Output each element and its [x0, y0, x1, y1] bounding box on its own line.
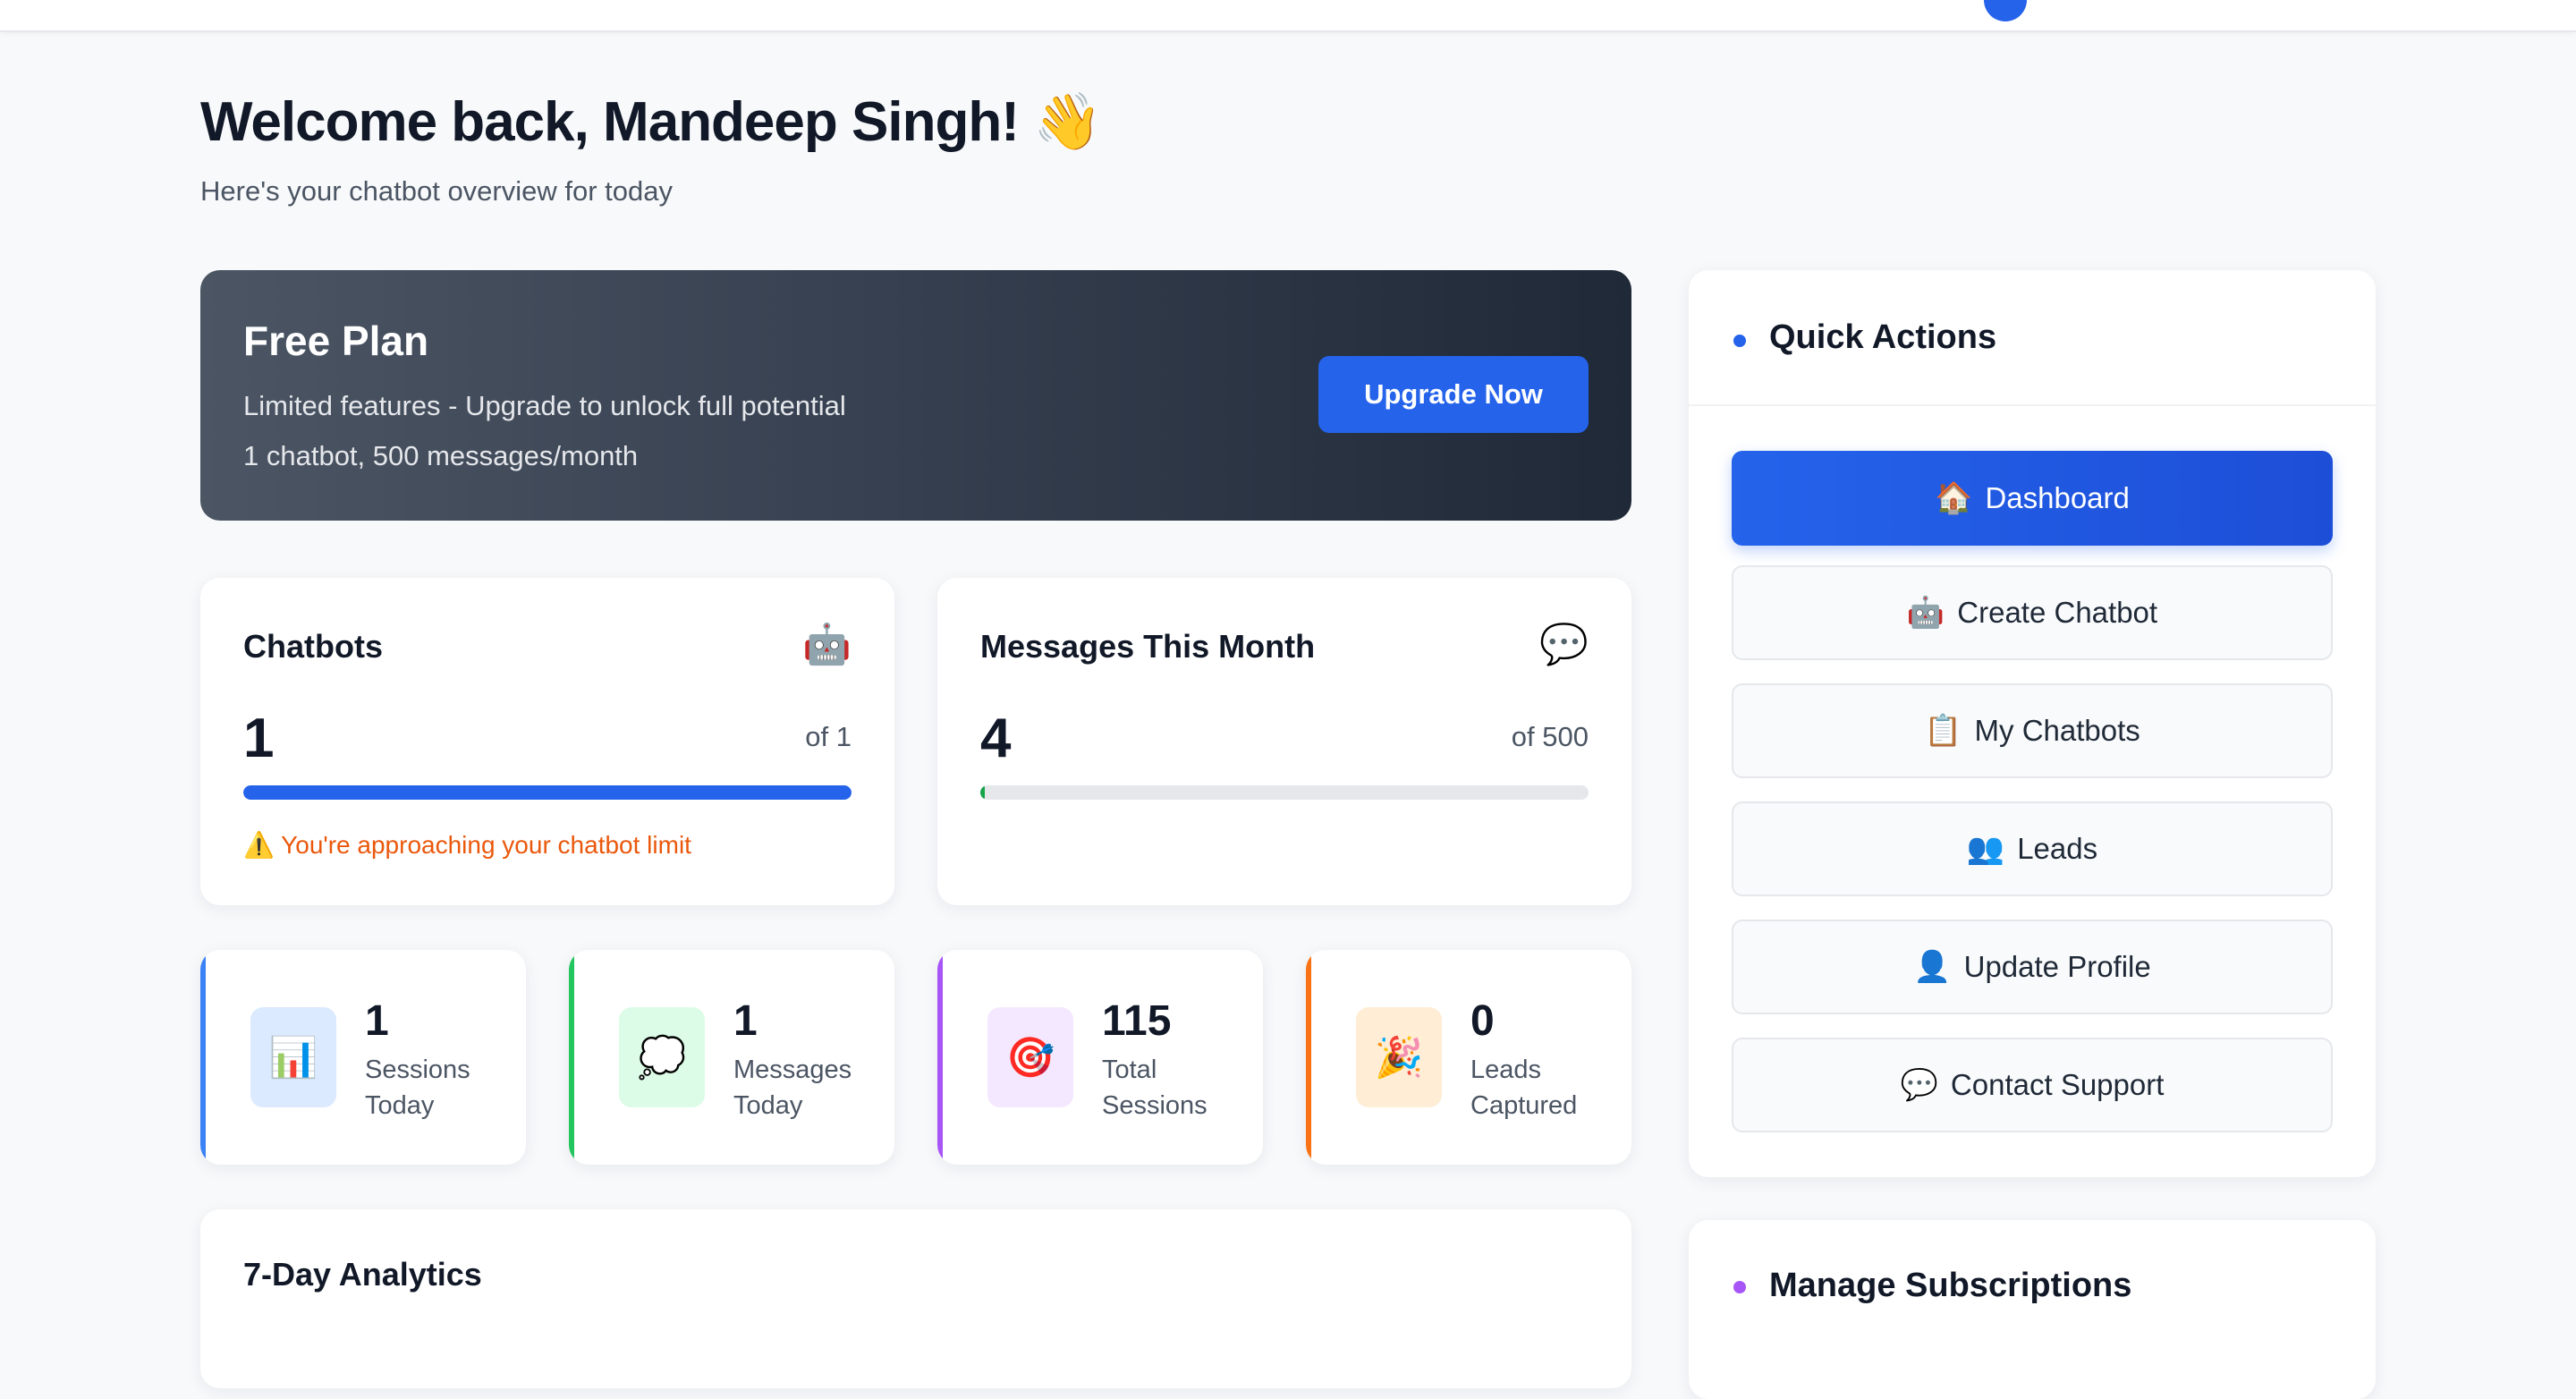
page-subtitle: Here's your chatbot overview for today — [200, 175, 673, 207]
analytics-title: 7-Day Analytics — [243, 1256, 482, 1293]
quick-actions-title: Quick Actions — [1769, 318, 1997, 356]
stat-card-messages-today: 💭 1 Messages Today — [569, 950, 894, 1165]
speech-bubble-icon: 💬 — [1900, 1068, 1938, 1102]
quick-actions-header: Quick Actions — [1689, 270, 2376, 406]
chatbots-usage-title: Chatbots — [243, 628, 383, 665]
stat-accent — [569, 950, 574, 1165]
plan-description: Limited features - Upgrade to unlock ful… — [243, 390, 846, 421]
stat-card-sessions-today: 📊 1 Sessions Today — [200, 950, 526, 1165]
messages-progress-bar — [980, 785, 1589, 800]
manage-subscriptions-panel: Manage Subscriptions — [1689, 1220, 2376, 1399]
stat-card-leads-captured: 🎉 0 Leads Captured — [1306, 950, 1631, 1165]
stat-label: Total Sessions — [1102, 1052, 1254, 1123]
stat-label-line1: Sessions — [365, 1056, 470, 1084]
quick-action-label: Contact Support — [1950, 1068, 2165, 1101]
quick-action-create-chatbot-button[interactable]: 🤖 Create Chatbot — [1732, 565, 2333, 660]
plan-name: Free Plan — [243, 318, 429, 364]
person-icon: 👤 — [1913, 950, 1952, 984]
stat-label: Leads Captured — [1470, 1052, 1623, 1123]
manage-subscriptions-title: Manage Subscriptions — [1769, 1267, 2132, 1304]
stat-label-line1: Total — [1102, 1056, 1157, 1084]
analytics-card: 7-Day Analytics — [200, 1209, 1631, 1388]
quick-action-label: Create Chatbot — [1957, 596, 2158, 629]
messages-count: 4 — [980, 708, 1012, 769]
stat-card-total-sessions: 🎯 115 Total Sessions — [937, 950, 1263, 1165]
quick-action-update-profile-button[interactable]: 👤 Update Profile — [1732, 920, 2333, 1014]
chatbots-progress-fill — [243, 785, 852, 800]
quick-action-leads-button[interactable]: 👥 Leads — [1732, 801, 2333, 896]
target-icon: 🎯 — [987, 1007, 1073, 1107]
quick-action-label: Dashboard — [1985, 481, 2130, 514]
bullet-dot-icon — [1733, 1281, 1746, 1293]
stat-label-line1: Messages — [733, 1056, 852, 1084]
stat-label: Messages Today — [733, 1052, 886, 1123]
quick-action-dashboard-button[interactable]: 🏠 Dashboard — [1732, 451, 2333, 546]
chatbots-limit: of 1 — [805, 721, 852, 752]
upgrade-now-button[interactable]: Upgrade Now — [1318, 356, 1589, 433]
chatbots-progress-bar — [243, 785, 852, 800]
quick-actions-panel: Quick Actions 🏠 Dashboard 🤖 Create Chatb… — [1689, 270, 2376, 1177]
clipboard-icon: 📋 — [1924, 714, 1962, 748]
quick-action-label: Leads — [2017, 832, 2098, 865]
stat-label-line1: Leads — [1470, 1056, 1542, 1084]
plan-banner: Free Plan Limited features - Upgrade to … — [200, 270, 1631, 521]
chatbots-usage-card: Chatbots 🤖 1 of 1 ⚠️ You're approaching … — [200, 578, 894, 905]
plan-limits: 1 chatbot, 500 messages/month — [243, 440, 639, 471]
stat-label-line2: Captured — [1470, 1091, 1578, 1120]
thought-bubble-icon: 💭 — [619, 1007, 705, 1107]
stat-value: 0 — [1470, 997, 1495, 1045]
bar-chart-icon: 📊 — [250, 1007, 336, 1107]
stat-value: 1 — [365, 997, 389, 1045]
quick-action-my-chatbots-button[interactable]: 📋 My Chatbots — [1732, 683, 2333, 778]
stat-label: Sessions Today — [365, 1052, 517, 1123]
robot-icon: 🤖 — [1906, 596, 1945, 630]
messages-progress-fill — [980, 785, 986, 800]
top-navbar — [0, 0, 2576, 32]
stat-accent — [937, 950, 943, 1165]
quick-action-label: Update Profile — [1963, 950, 2151, 983]
chatbot-limit-warning: ⚠️ You're approaching your chatbot limit — [243, 831, 691, 859]
speech-bubble-icon: 💬 — [1539, 623, 1589, 666]
page-title: Welcome back, Mandeep Singh! 👋 — [200, 91, 1102, 153]
messages-usage-card: Messages This Month 💬 4 of 500 — [937, 578, 1631, 905]
robot-icon: 🤖 — [802, 623, 852, 666]
stat-value: 115 — [1102, 997, 1172, 1045]
quick-action-contact-support-button[interactable]: 💬 Contact Support — [1732, 1038, 2333, 1132]
chatbots-count: 1 — [243, 708, 275, 769]
messages-usage-title: Messages This Month — [980, 628, 1316, 665]
house-icon: 🏠 — [1935, 481, 1973, 515]
messages-limit: of 500 — [1511, 721, 1589, 752]
stat-label-line2: Today — [365, 1091, 435, 1120]
stat-value: 1 — [733, 997, 758, 1045]
stat-accent — [1306, 950, 1311, 1165]
bullet-dot-icon — [1733, 335, 1746, 347]
quick-action-label: My Chatbots — [1974, 714, 2140, 747]
party-popper-icon: 🎉 — [1356, 1007, 1442, 1107]
stat-accent — [200, 950, 206, 1165]
stat-label-line2: Today — [733, 1091, 803, 1120]
stat-label-line2: Sessions — [1102, 1091, 1208, 1120]
user-avatar[interactable] — [1984, 0, 2027, 21]
people-icon: 👥 — [1966, 832, 2005, 866]
